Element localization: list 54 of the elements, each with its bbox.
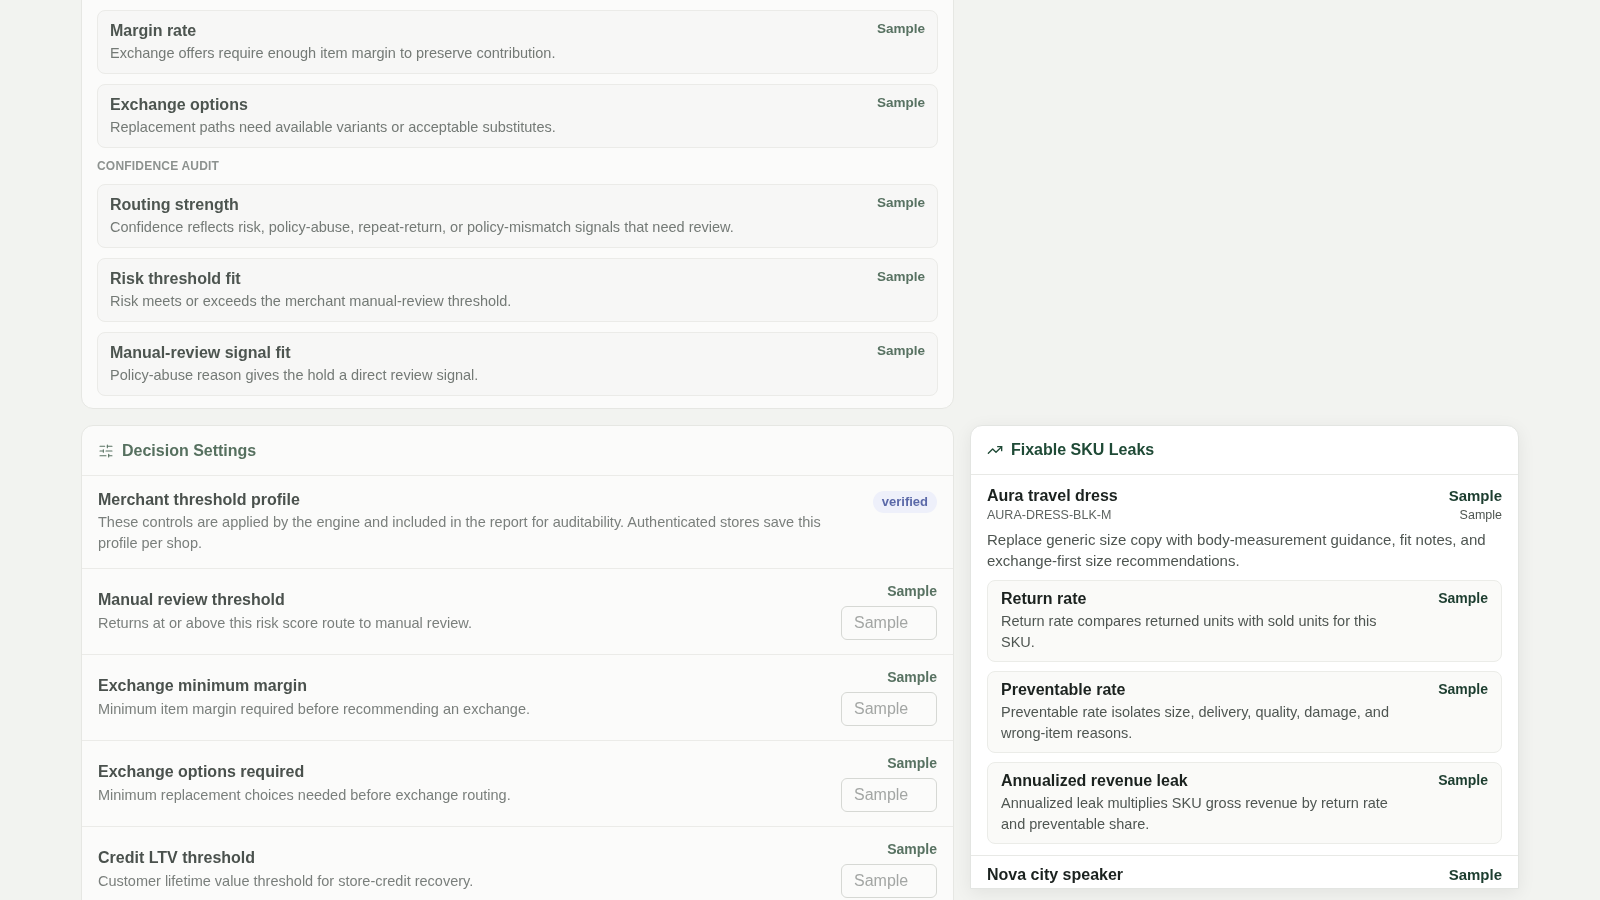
- setting-description: Minimum replacement choices needed before exchange routing.: [98, 786, 511, 805]
- setting-title: Merchant threshold profile: [98, 490, 301, 510]
- check-value: Sample: [876, 269, 925, 285]
- setting-description: Returns at or above this risk score route to manual review.: [98, 614, 472, 633]
- verified-badge: verified: [872, 491, 937, 513]
- sku-code: AURA-DRESS-BLK-M: [987, 507, 1113, 524]
- setting-title: Exchange options required: [98, 762, 306, 782]
- metric-value: Sample: [1438, 772, 1488, 788]
- check-description: Replacement paths need available variants or acceptable substitutes.: [110, 118, 556, 137]
- check-title: Routing strength: [110, 195, 240, 215]
- check-title: Margin rate: [110, 21, 198, 41]
- check-title: Risk threshold fit: [110, 269, 242, 289]
- check-description: Policy-abuse reason gives the hold a direct review signal.: [110, 366, 479, 385]
- setting-value: Sample: [887, 755, 937, 771]
- metric-description: Return rate compares returned units with sold units for this SKU.: [1001, 612, 1378, 652]
- setting-description: Minimum item margin required before recommending an exchange.: [98, 700, 530, 719]
- check-title: Exchange options: [110, 95, 249, 115]
- check-description: Confidence reflects risk, policy-abuse, repeat-return, or policy-mismatch signals that need review.: [110, 218, 734, 237]
- metric-description: Annualized leak multiplies SKU gross revenue by return rate and preventable share.: [1001, 794, 1389, 834]
- sku-value: Sample: [1448, 865, 1502, 884]
- section-heading: CONFIDENCE AUDIT: [97, 158, 221, 174]
- setting-description: These controls are applied by the engine and included in the report for auditability. Authenticated stores save this profile per shop.: [98, 513, 822, 553]
- metric-description: Preventable rate isolates size, delivery, quality, damage, and wrong-item reasons.: [1001, 703, 1390, 743]
- metric-value: Sample: [1438, 681, 1488, 697]
- threshold-input[interactable]: Sample: [841, 778, 937, 812]
- setting-value: Sample: [887, 669, 937, 685]
- setting-title: Exchange minimum margin: [98, 676, 308, 696]
- setting-value: Sample: [887, 841, 937, 857]
- card-title: Decision Settings: [122, 440, 257, 461]
- sliders-icon: [98, 442, 114, 459]
- setting-description: Customer lifetime value threshold for store-credit recovery.: [98, 872, 474, 891]
- metric-title: Return rate: [1001, 589, 1088, 609]
- sku-recommendation: Replace generic size copy with body-measurement guidance, fit notes, and exchange-first size recommendations.: [987, 530, 1487, 571]
- check-title: Manual-review signal fit: [110, 343, 292, 363]
- metric-title: Preventable rate: [1001, 680, 1127, 700]
- metric-title: Annualized revenue leak: [1001, 771, 1189, 791]
- sku-value: Sample: [1448, 486, 1502, 505]
- threshold-input[interactable]: Sample: [841, 864, 937, 898]
- check-value: Sample: [876, 343, 925, 359]
- sku-name: Nova city speaker: [987, 865, 1124, 884]
- metric-value: Sample: [1438, 590, 1488, 606]
- check-description: Exchange offers require enough item margin to preserve contribution.: [110, 44, 556, 63]
- check-value: Sample: [876, 21, 925, 37]
- setting-value: Sample: [887, 583, 937, 599]
- threshold-input[interactable]: Sample: [841, 606, 937, 640]
- setting-title: Manual review threshold: [98, 590, 286, 610]
- check-value: Sample: [876, 95, 925, 111]
- check-value: Sample: [876, 195, 925, 211]
- setting-title: Credit LTV threshold: [98, 848, 257, 868]
- sku-name: Aura travel dress: [987, 486, 1118, 505]
- card-title: Fixable SKU Leaks: [1011, 440, 1155, 460]
- threshold-input[interactable]: Sample: [841, 692, 937, 726]
- sku-sub-value: Sample: [1459, 507, 1502, 524]
- check-description: Risk meets or exceeds the merchant manual-review threshold.: [110, 292, 512, 311]
